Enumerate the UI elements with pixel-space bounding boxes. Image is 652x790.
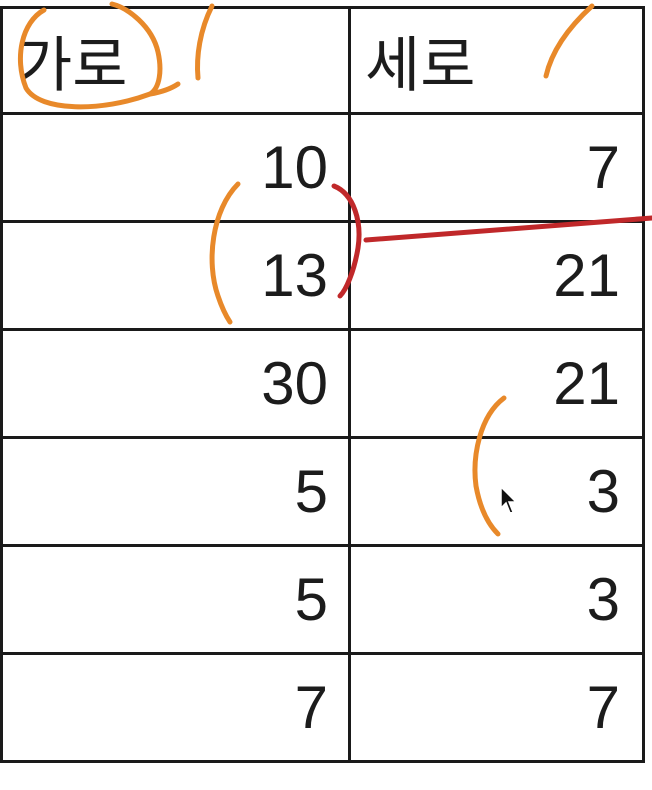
table-row: 30 21 bbox=[0, 328, 645, 439]
cell-width[interactable]: 10 bbox=[0, 112, 351, 223]
cell-width[interactable]: 5 bbox=[0, 544, 351, 655]
header-cell-height[interactable]: 세로 bbox=[348, 6, 645, 115]
table-row: 13 21 bbox=[0, 220, 645, 331]
header-cell-width[interactable]: 가로 bbox=[0, 6, 351, 115]
cell-width[interactable]: 7 bbox=[0, 652, 351, 763]
data-table: 가로 세로 10 7 13 21 30 21 5 3 5 3 7 7 bbox=[0, 6, 645, 763]
cell-width[interactable]: 30 bbox=[0, 328, 351, 439]
table-row: 7 7 bbox=[0, 652, 645, 763]
cell-height[interactable]: 21 bbox=[348, 328, 645, 439]
cell-width[interactable]: 13 bbox=[0, 220, 351, 331]
cell-height[interactable]: 3 bbox=[348, 436, 645, 547]
cell-height[interactable]: 21 bbox=[348, 220, 645, 331]
cell-height[interactable]: 3 bbox=[348, 544, 645, 655]
header-row: 가로 세로 bbox=[0, 6, 645, 115]
cell-height[interactable]: 7 bbox=[348, 112, 645, 223]
cell-width[interactable]: 5 bbox=[0, 436, 351, 547]
mouse-cursor-icon bbox=[500, 486, 518, 514]
spreadsheet-view: 가로 세로 10 7 13 21 30 21 5 3 5 3 7 7 bbox=[0, 0, 652, 790]
table-row: 10 7 bbox=[0, 112, 645, 223]
table-row: 5 3 bbox=[0, 544, 645, 655]
cell-height[interactable]: 7 bbox=[348, 652, 645, 763]
table-row: 5 3 bbox=[0, 436, 645, 547]
